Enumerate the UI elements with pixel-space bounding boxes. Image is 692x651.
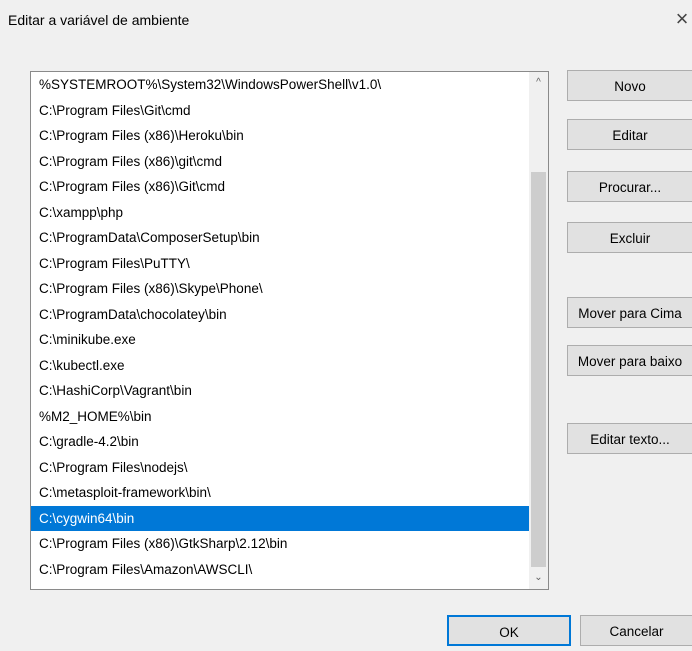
list-item[interactable]: C:\HashiCorp\Vagrant\bin bbox=[31, 378, 529, 404]
list-item-selected[interactable]: C:\cygwin64\bin bbox=[31, 505, 529, 531]
list-item[interactable]: C:\Program Files\Git\cmd bbox=[31, 98, 529, 124]
list-item[interactable]: C:\Program Files (x86)\Heroku\bin bbox=[31, 123, 529, 149]
edit-button[interactable]: Editar bbox=[567, 119, 692, 150]
scroll-down-icon[interactable]: ⌄ bbox=[529, 569, 548, 587]
list-item[interactable]: C:\ProgramData\chocolatey\bin bbox=[31, 302, 529, 328]
list-item[interactable]: C:\metasploit-framework\bin\ bbox=[31, 480, 529, 506]
path-list-items: %SYSTEMROOT%\System32\WindowsPowerShell\… bbox=[31, 72, 529, 582]
dialog-title: Editar a variável de ambiente bbox=[8, 12, 190, 28]
scroll-thumb[interactable] bbox=[531, 172, 546, 567]
list-item[interactable]: C:\Program Files\PuTTY\ bbox=[31, 251, 529, 277]
list-item[interactable]: C:\Program Files\nodejs\ bbox=[31, 455, 529, 481]
vertical-scrollbar[interactable]: ^ ⌄ bbox=[529, 72, 548, 589]
cancel-button[interactable]: Cancelar bbox=[580, 615, 692, 646]
scroll-up-icon[interactable]: ^ bbox=[529, 74, 548, 92]
list-item[interactable]: C:\Program Files (x86)\GtkSharp\2.12\bin bbox=[31, 531, 529, 557]
list-item[interactable]: C:\kubectl.exe bbox=[31, 353, 529, 379]
ok-button[interactable]: OK bbox=[447, 615, 571, 646]
list-item[interactable]: C:\Program Files (x86)\git\cmd bbox=[31, 149, 529, 175]
list-item[interactable]: C:\minikube.exe bbox=[31, 327, 529, 353]
list-item[interactable]: C:\Program Files (x86)\Git\cmd bbox=[31, 174, 529, 200]
edit-text-button[interactable]: Editar texto... bbox=[567, 423, 692, 454]
list-item[interactable]: C:\Program Files\Amazon\AWSCLI\ bbox=[31, 557, 529, 583]
move-down-button[interactable]: Mover para baixo bbox=[567, 345, 692, 376]
edit-environment-variable-dialog: Editar a variável de ambiente × %SYSTEMR… bbox=[0, 0, 692, 651]
list-item[interactable]: %SYSTEMROOT%\System32\WindowsPowerShell\… bbox=[31, 72, 529, 98]
list-item[interactable]: C:\Program Files (x86)\Skype\Phone\ bbox=[31, 276, 529, 302]
new-button[interactable]: Novo bbox=[567, 70, 692, 101]
close-icon[interactable]: × bbox=[672, 6, 692, 32]
browse-button[interactable]: Procurar... bbox=[567, 171, 692, 202]
list-item[interactable]: %M2_HOME%\bin bbox=[31, 404, 529, 430]
delete-button[interactable]: Excluir bbox=[567, 222, 692, 253]
list-item[interactable]: C:\ProgramData\ComposerSetup\bin bbox=[31, 225, 529, 251]
list-item[interactable]: C:\xampp\php bbox=[31, 200, 529, 226]
move-up-button[interactable]: Mover para Cima bbox=[567, 297, 692, 328]
list-item[interactable]: C:\gradle-4.2\bin bbox=[31, 429, 529, 455]
path-list[interactable]: %SYSTEMROOT%\System32\WindowsPowerShell\… bbox=[30, 71, 549, 590]
